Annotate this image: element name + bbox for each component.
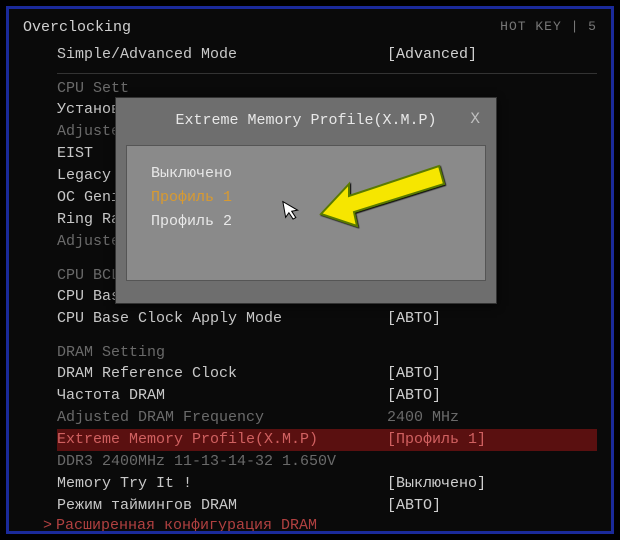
memory-try-it-value: [Выключено] <box>387 473 486 495</box>
hotkey-hint: HOT KEY | 5 <box>500 19 597 36</box>
row-dram-refclock[interactable]: DRAM Reference Clock [АВТО] <box>57 363 597 385</box>
xmp-modal-header: Extreme Memory Profile(X.M.P) X <box>126 112 486 129</box>
dram-heading: DRAM Setting <box>57 344 597 361</box>
row-dram-advanced-conf[interactable]: >Расширенная конфигурация DRAM <box>43 517 597 534</box>
cpu-settings-heading: CPU Sett <box>57 80 597 97</box>
xmp-option-profile2[interactable]: Профиль 2 <box>151 210 475 234</box>
xmp-value: [Профиль 1] <box>387 429 486 451</box>
row-dram-timing-mode[interactable]: Режим таймингов DRAM [АВТО] <box>57 495 597 517</box>
row-xmp[interactable]: Extreme Memory Profile(X.M.P) [Профиль 1… <box>57 429 597 451</box>
mode-row[interactable]: Simple/Advanced Mode [Advanced] <box>57 46 597 63</box>
page-title: Overclocking <box>23 19 131 36</box>
dram-timing-value: [АВТО] <box>387 495 441 517</box>
xmp-options-list: Выключено Профиль 1 Профиль 2 <box>126 145 486 281</box>
divider <box>57 73 597 74</box>
xmp-option-profile1[interactable]: Профиль 1 <box>151 186 475 210</box>
chevron-right-icon: > <box>43 517 52 534</box>
dram-refclock-value: [АВТО] <box>387 363 441 385</box>
apply-mode-value: [АВТО] <box>387 308 441 330</box>
xmp-modal-title: Extreme Memory Profile(X.M.P) <box>175 112 436 129</box>
dram-list: DRAM Reference Clock [АВТО] Частота DRAM… <box>57 363 597 517</box>
row-ddr3-info: DDR3 2400MHz 11-13-14-32 1.650V <box>57 451 597 473</box>
xmp-modal: Extreme Memory Profile(X.M.P) X Выключен… <box>115 97 497 304</box>
xmp-option-disabled[interactable]: Выключено <box>151 162 475 186</box>
adj-dram-freq-value: 2400 MHz <box>387 407 459 429</box>
row-adj-dram-freq: Adjusted DRAM Frequency 2400 MHz <box>57 407 597 429</box>
row-dram-freq[interactable]: Частота DRAM [АВТО] <box>57 385 597 407</box>
header-row: Overclocking HOT KEY | 5 <box>23 19 597 36</box>
row-memory-try-it[interactable]: Memory Try It ! [Выключено] <box>57 473 597 495</box>
bios-window: Overclocking HOT KEY | 5 Simple/Advanced… <box>6 6 614 534</box>
row-apply-mode[interactable]: CPU Base Clock Apply Mode [АВТО] <box>57 308 597 330</box>
mode-value: [Advanced] <box>387 46 477 63</box>
close-icon[interactable]: X <box>470 110 480 128</box>
mode-label: Simple/Advanced Mode <box>57 46 237 63</box>
dram-freq-value: [АВТО] <box>387 385 441 407</box>
